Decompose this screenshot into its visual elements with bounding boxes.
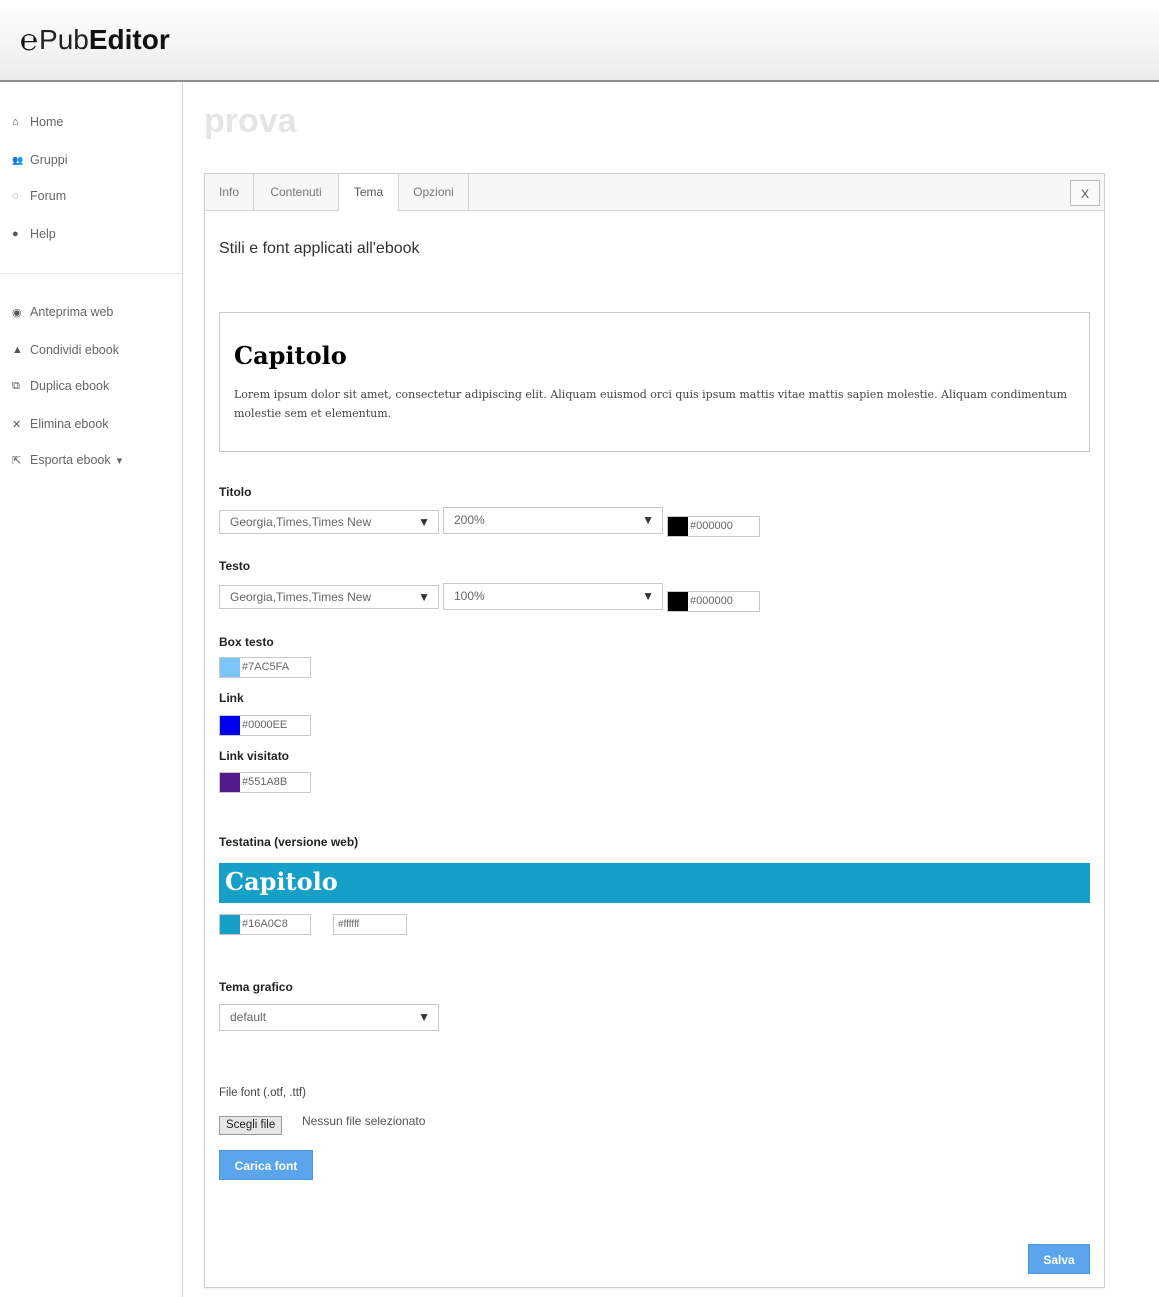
link-visitato-color-field[interactable]: #551A8B	[219, 772, 311, 793]
tab-opzioni[interactable]: Opzioni	[399, 174, 469, 210]
export-icon: ⇱	[12, 454, 22, 467]
copy-icon: ⧉	[12, 379, 20, 392]
dropdown-arrow-icon: ▼	[642, 513, 654, 527]
color-swatch[interactable]	[220, 716, 240, 735]
tab-tema[interactable]: Tema	[339, 174, 399, 211]
titolo-label: Titolo	[219, 485, 252, 499]
close-button[interactable]: X	[1070, 180, 1100, 206]
home-icon: ⌂	[12, 116, 19, 128]
users-icon: 👥	[12, 154, 24, 165]
color-value: #0000EE	[242, 719, 288, 731]
sidebar-item-gruppi[interactable]: 👥 Gruppi	[12, 153, 68, 167]
logo-editor-text: Editor	[88, 24, 170, 55]
dropdown-arrow-icon: ▼	[418, 590, 430, 604]
font-file-label: File font (.otf, .ttf)	[219, 1087, 306, 1099]
choose-file-button[interactable]: Scegli file	[219, 1116, 283, 1135]
sidebar-item-forum[interactable]: ◌ Forum	[12, 189, 66, 203]
testatina-text-color-field[interactable]: #ffffff	[333, 914, 407, 935]
sidebar-item-help[interactable]: ● Help	[12, 227, 56, 241]
color-value: #16A0C8	[242, 918, 288, 930]
page-title: prova	[204, 102, 297, 140]
box-testo-label: Box testo	[219, 635, 274, 649]
titolo-size-select[interactable]: 200% ▼	[443, 507, 663, 534]
style-preview-box: Capitolo Lorem ipsum dolor sit amet, con…	[219, 312, 1090, 452]
color-swatch[interactable]	[220, 915, 240, 934]
dropdown-arrow-icon: ▼	[418, 515, 430, 529]
color-value: #7AC5FA	[242, 661, 290, 673]
header-banner-preview: Capitolo	[219, 863, 1090, 903]
color-value: #000000	[690, 520, 733, 532]
select-value: Georgia,Times,Times New	[230, 515, 372, 529]
delete-icon: ✕	[12, 418, 22, 431]
chat-icon: ◌	[12, 190, 19, 202]
sidebar: ⌂ Home 👥 Gruppi ◌ Forum ● Help ◉ Antepri…	[0, 82, 183, 1297]
help-icon: ●	[12, 228, 19, 240]
tema-grafico-select[interactable]: default ▼	[219, 1004, 439, 1031]
link-visitato-label: Link visitato	[219, 749, 290, 763]
sidebar-item-label: Elimina ebook	[30, 417, 109, 431]
sidebar-divider	[0, 273, 182, 274]
link-color-field[interactable]: #0000EE	[219, 715, 311, 736]
file-status-text: Nessun file selezionato	[302, 1114, 426, 1128]
app-header: ℮ Pub Editor	[0, 0, 1159, 82]
logo-mark: ℮	[20, 22, 39, 58]
sidebar-item-anteprima-web[interactable]: ◉ Anteprima web	[12, 305, 113, 319]
color-swatch[interactable]	[668, 517, 688, 536]
select-value: Georgia,Times,Times New	[230, 590, 372, 604]
sidebar-item-label: Condividi ebook	[30, 343, 119, 357]
color-swatch[interactable]	[220, 773, 240, 792]
testatina-bg-color-field[interactable]: #16A0C8	[219, 914, 311, 935]
titolo-font-select[interactable]: Georgia,Times,Times New ▼	[219, 510, 439, 534]
color-value: #551A8B	[242, 776, 288, 788]
color-swatch[interactable]	[220, 658, 240, 677]
color-value: #ffffff	[338, 919, 360, 930]
preview-text: Lorem ipsum dolor sit amet, consectetur …	[234, 388, 1068, 420]
user-icon: ▲	[12, 344, 23, 356]
link-label: Link	[219, 691, 244, 705]
sidebar-item-label: Duplica ebook	[30, 379, 110, 393]
testo-label: Testo	[219, 559, 251, 573]
logo-pub-text: Pub	[39, 24, 89, 55]
dropdown-arrow-icon: ▼	[642, 589, 654, 603]
box-testo-color-field[interactable]: #7AC5FA	[219, 657, 311, 678]
sidebar-item-condividi-ebook[interactable]: ▲ Condividi ebook	[12, 343, 119, 357]
sidebar-item-label: Anteprima web	[30, 305, 114, 319]
save-button[interactable]: Salva	[1028, 1244, 1090, 1274]
app-logo[interactable]: ℮ Pub Editor	[20, 20, 170, 60]
sidebar-item-duplica-ebook[interactable]: ⧉ Duplica ebook	[12, 379, 109, 393]
preview-title: Capitolo	[234, 341, 347, 370]
sidebar-item-elimina-ebook[interactable]: ✕ Elimina ebook	[12, 417, 109, 431]
select-value: default	[230, 1010, 267, 1024]
tab-bar: Info Contenuti Tema Opzioni X	[205, 174, 1104, 211]
tab-contenuti[interactable]: Contenuti	[254, 174, 339, 210]
tab-info[interactable]: Info	[205, 174, 254, 210]
dropdown-arrow-icon: ▼	[418, 1010, 430, 1024]
sidebar-item-esporta-ebook[interactable]: ⇱ Esporta ebook ▾	[12, 453, 122, 467]
color-value: #000000	[690, 595, 733, 607]
color-swatch[interactable]	[668, 592, 688, 611]
testo-font-select[interactable]: Georgia,Times,Times New ▼	[219, 585, 439, 609]
select-value: 100%	[454, 589, 485, 603]
sidebar-item-label: Esporta ebook	[30, 453, 111, 467]
eye-icon: ◉	[12, 306, 22, 319]
section-subtitle: Stili e font applicati all'ebook	[219, 240, 420, 257]
testo-color-field[interactable]: #000000	[667, 591, 760, 612]
chevron-down-icon: ▾	[116, 454, 123, 467]
testatina-label: Testatina (versione web)	[219, 835, 359, 849]
sidebar-item-label: Forum	[30, 189, 67, 203]
sidebar-item-label: Gruppi	[30, 153, 68, 167]
sidebar-item-label: Help	[30, 227, 56, 241]
ebook-editor-panel: Info Contenuti Tema Opzioni X Stili e fo…	[204, 173, 1105, 1288]
sidebar-item-home[interactable]: ⌂ Home	[12, 115, 63, 129]
titolo-color-field[interactable]: #000000	[667, 516, 760, 537]
tema-grafico-label: Tema grafico	[219, 980, 293, 994]
upload-font-button[interactable]: Carica font	[219, 1150, 313, 1180]
testo-size-select[interactable]: 100% ▼	[443, 583, 663, 610]
banner-title: Capitolo	[225, 867, 338, 896]
sidebar-item-label: Home	[30, 115, 64, 129]
select-value: 200%	[454, 513, 485, 527]
